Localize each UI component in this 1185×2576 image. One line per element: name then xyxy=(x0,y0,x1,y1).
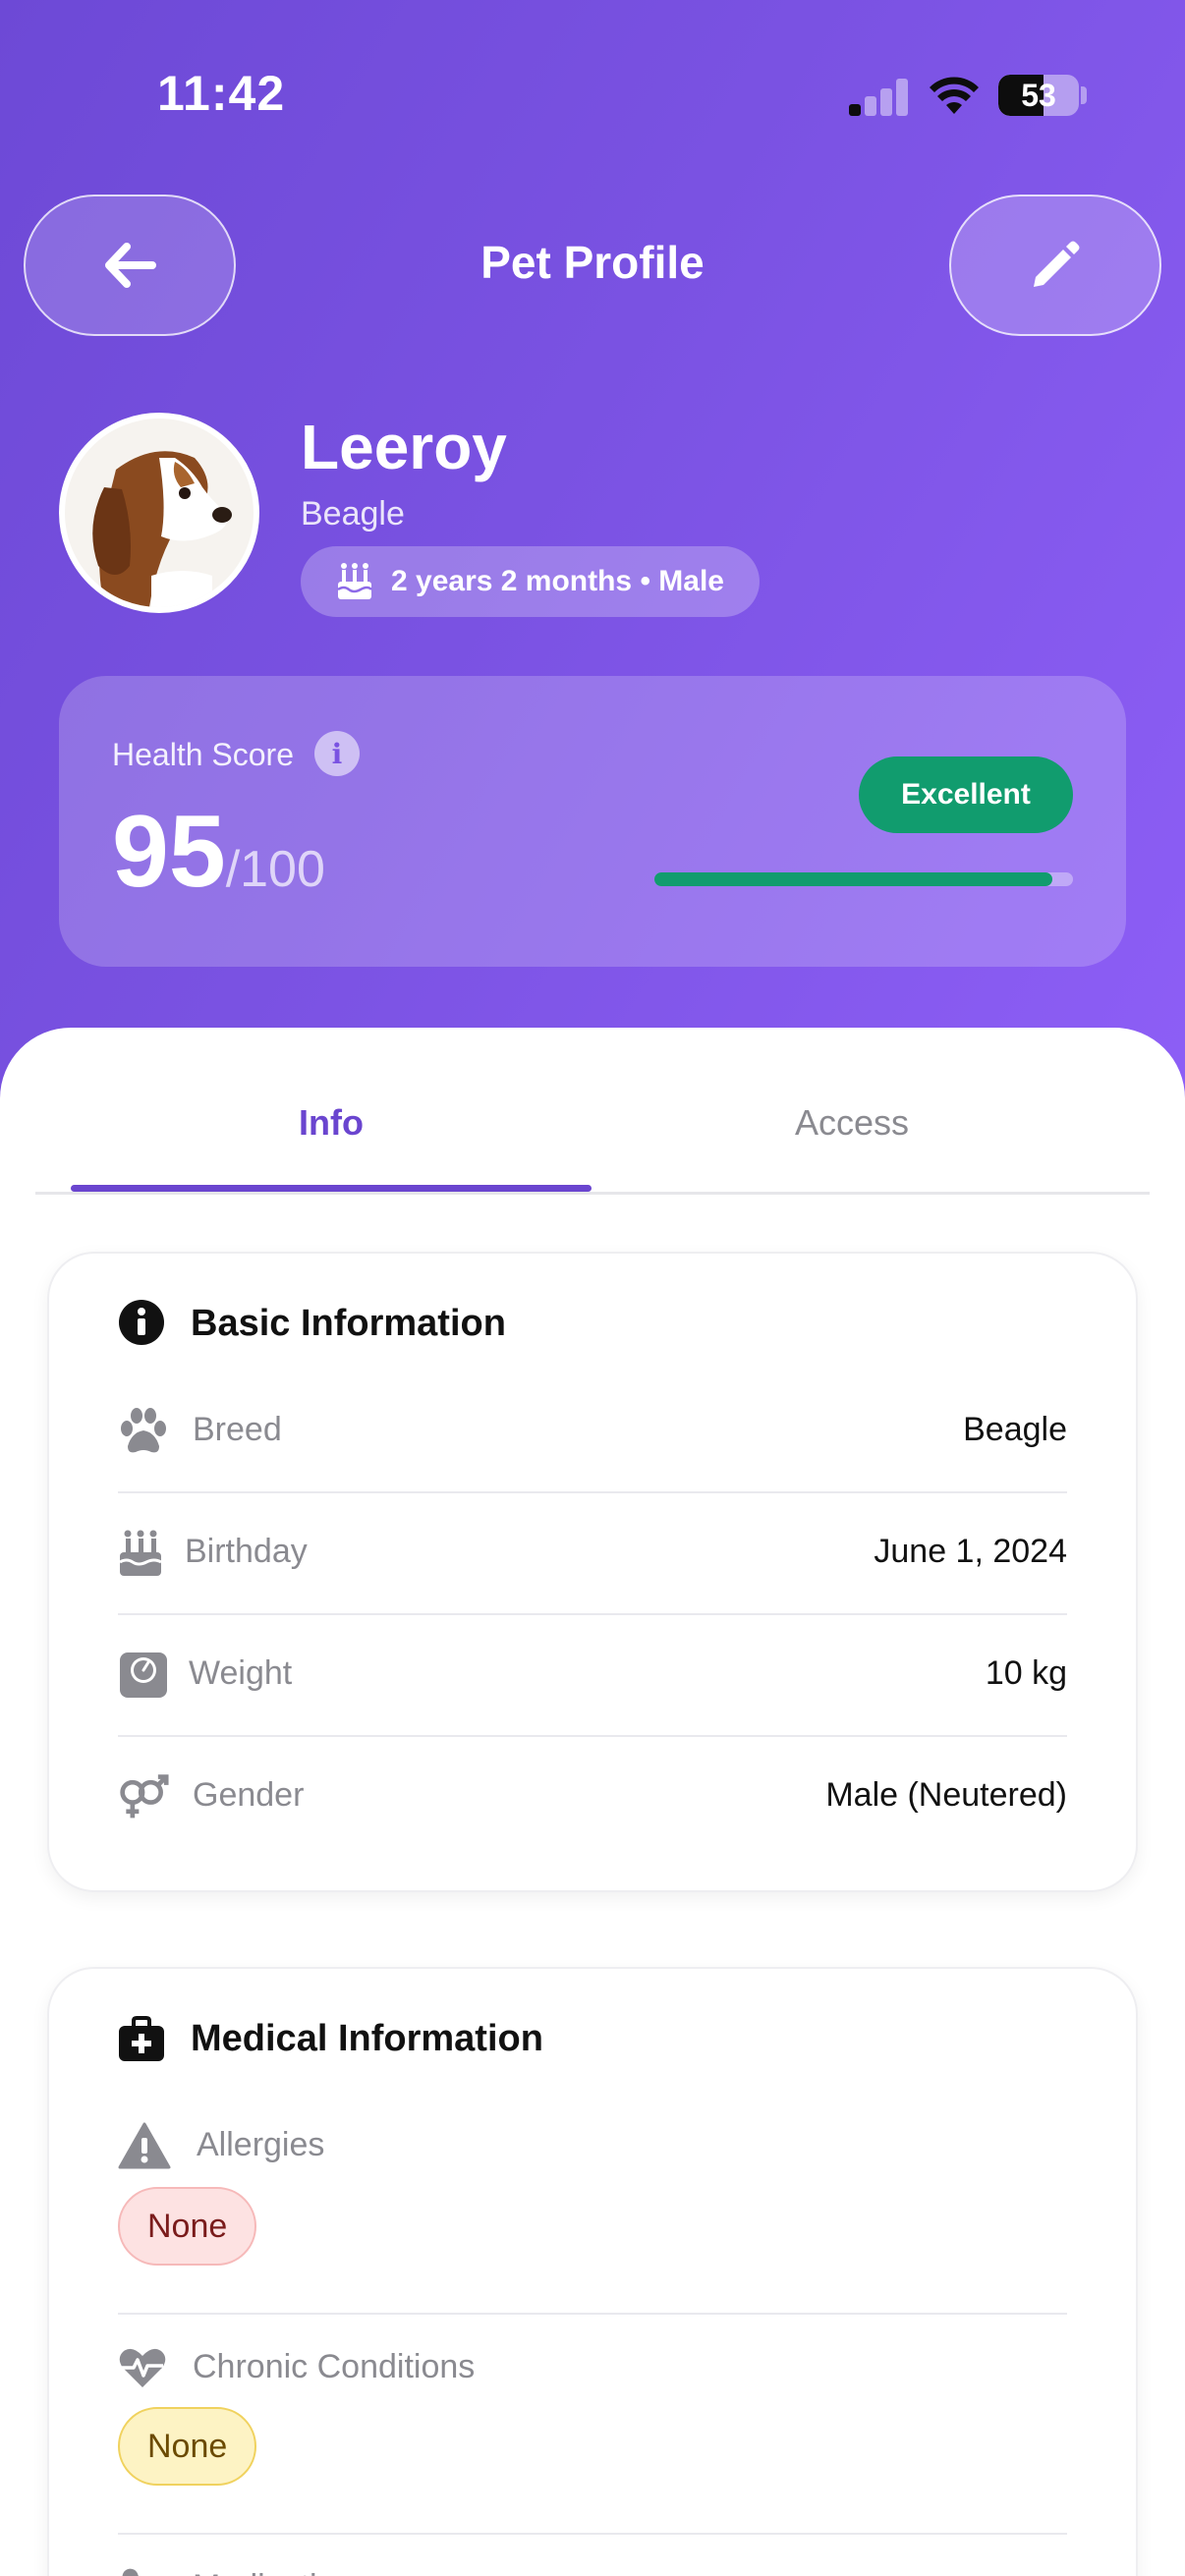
info-row-weight: Weight 10 kg xyxy=(118,1615,1067,1735)
breed-label: Breed xyxy=(193,1411,282,1448)
tab-bar: Info Access xyxy=(35,1028,1150,1195)
health-score-number: 95 xyxy=(112,795,226,909)
basic-information-card: Basic Information Breed Beagle Birthday … xyxy=(47,1252,1138,1892)
health-score-label: Health Score xyxy=(112,737,294,772)
birthday-value: June 1, 2024 xyxy=(874,1533,1067,1570)
chronic-conditions-label: Chronic Conditions xyxy=(193,2348,476,2385)
gender-value: Male (Neutered) xyxy=(825,1776,1067,1814)
medical-information-title: Medical Information xyxy=(191,2018,543,2059)
medical-kit-icon xyxy=(119,2016,164,2061)
divider xyxy=(118,2313,1067,2315)
age-gender-text: 2 years 2 months • Male xyxy=(391,565,724,597)
info-icon[interactable]: i xyxy=(314,731,360,776)
age-gender-chip: 2 years 2 months • Male xyxy=(301,546,760,617)
weight-value: 10 kg xyxy=(985,1654,1067,1692)
health-progress-fill xyxy=(654,872,1052,886)
pill-icon xyxy=(122,2568,145,2576)
paw-icon xyxy=(121,1408,166,1453)
gender-icon xyxy=(120,1774,169,1819)
weight-label: Weight xyxy=(189,1654,293,1692)
warning-triangle-icon xyxy=(118,2122,171,2169)
pet-breed: Beagle xyxy=(301,495,405,532)
health-progress-bar xyxy=(654,872,1073,886)
pencil-icon xyxy=(1034,241,1080,287)
info-row-birthday: Birthday June 1, 2024 xyxy=(118,1493,1067,1613)
gender-label: Gender xyxy=(193,1776,305,1814)
wifi-icon xyxy=(930,77,979,114)
info-circle-icon xyxy=(119,1300,164,1345)
active-tab-indicator xyxy=(71,1185,592,1192)
health-status-badge: Excellent xyxy=(859,756,1073,833)
health-score-max: /100 xyxy=(225,841,325,898)
status-time: 11:42 xyxy=(157,66,286,121)
edit-button[interactable] xyxy=(949,195,1161,336)
content-sheet: Info Access Basic Information Breed Beag… xyxy=(0,1028,1185,2576)
health-score-card: Health Score i 95/100 Excellent xyxy=(59,676,1126,967)
tab-access[interactable]: Access xyxy=(592,1102,1112,1144)
weight-scale-icon xyxy=(120,1652,167,1698)
pet-avatar[interactable] xyxy=(59,413,259,613)
health-score-value: 95/100 xyxy=(112,794,325,911)
basic-information-title: Basic Information xyxy=(191,1303,506,1344)
beagle-photo xyxy=(65,419,254,607)
birthday-cake-icon xyxy=(119,1530,162,1576)
chronic-conditions-value-chip: None xyxy=(118,2407,257,2486)
cellular-signal-icon xyxy=(847,77,910,116)
divider xyxy=(118,2533,1067,2535)
birthday-cake-icon xyxy=(337,563,372,599)
allergies-value-chip: None xyxy=(118,2187,257,2266)
battery-icon: 53 xyxy=(998,75,1079,116)
allergies-label: Allergies xyxy=(197,2126,325,2163)
battery-cap xyxy=(1081,86,1087,104)
heart-pulse-icon xyxy=(119,2348,166,2387)
info-row-gender: Gender Male (Neutered) xyxy=(118,1737,1067,1857)
breed-value: Beagle xyxy=(963,1411,1067,1448)
pet-name: Leeroy xyxy=(301,412,507,482)
info-row-breed: Breed Beagle xyxy=(118,1372,1067,1491)
birthday-label: Birthday xyxy=(185,1533,308,1570)
tab-info[interactable]: Info xyxy=(71,1102,592,1144)
battery-level: 53 xyxy=(1021,78,1056,113)
medical-information-card: Medical Information Allergies None Chron… xyxy=(47,1967,1138,2576)
medications-label: Medications xyxy=(193,2568,370,2576)
